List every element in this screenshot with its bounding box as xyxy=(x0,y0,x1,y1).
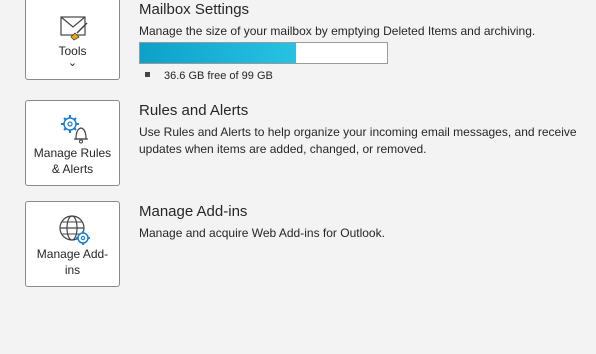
manage-addins-description: Manage and acquire Web Add-ins for Outlo… xyxy=(139,226,385,240)
manage-addins-label-line2: ins xyxy=(64,263,81,277)
manage-addins-label-line1: Manage Add- xyxy=(36,247,109,261)
manage-addins-title: Manage Add-ins xyxy=(139,203,248,220)
manage-addins-button[interactable]: Manage Add- ins xyxy=(25,201,120,287)
tools-button[interactable]: Tools ⌄ xyxy=(25,0,120,80)
manage-rules-alerts-button[interactable]: Manage Rules & Alerts xyxy=(25,100,120,186)
chevron-down-icon: ⌄ xyxy=(67,57,78,69)
mailbox-quota-fill xyxy=(140,43,296,63)
mailbox-settings-title: Mailbox Settings xyxy=(139,1,250,18)
mailbox-quota-text: 36.6 GB free of 99 GB xyxy=(164,70,273,82)
quota-bullet xyxy=(145,72,150,77)
mailbox-settings-description: Manage the size of your mailbox by empty… xyxy=(139,24,536,38)
mail-broom-icon xyxy=(60,16,88,41)
manage-rules-label-line1: Manage Rules xyxy=(33,146,112,160)
rules-alerts-title: Rules and Alerts xyxy=(139,102,249,119)
manage-rules-label-line2: & Alerts xyxy=(51,162,94,176)
mailbox-quota-bar xyxy=(139,42,388,64)
rules-alerts-description: Use Rules and Alerts to help organize yo… xyxy=(139,125,577,156)
globe-gear-icon xyxy=(59,215,90,245)
gear-bell-icon xyxy=(61,115,88,144)
